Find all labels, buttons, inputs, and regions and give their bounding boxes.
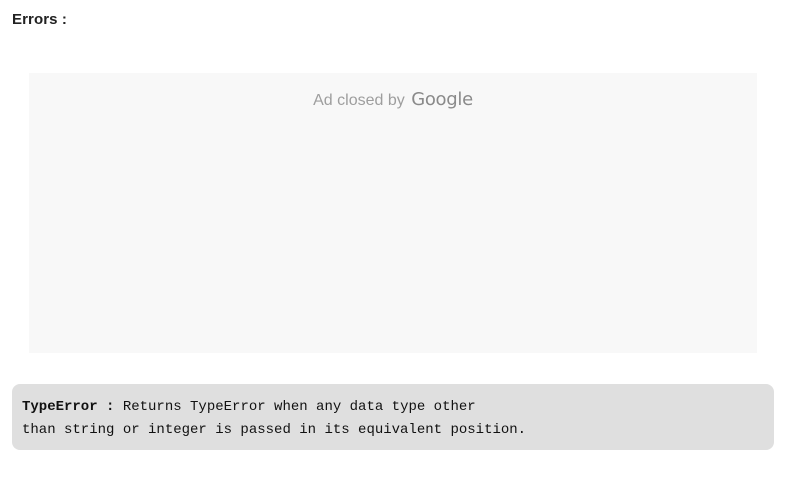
ad-closed-text: Ad closed by	[313, 92, 405, 109]
google-logo: Google	[411, 89, 473, 110]
error-line-2: than string or integer is passed in its …	[22, 422, 527, 438]
error-description-box: TypeError : Returns TypeError when any d…	[12, 384, 774, 450]
error-line-1: TypeError : Returns TypeError when any d…	[22, 396, 764, 419]
error-line-1-text: Returns TypeError when any data type oth…	[114, 399, 476, 415]
ad-closed-message: Ad closed by Google	[29, 89, 757, 110]
error-term: TypeError :	[22, 399, 115, 415]
errors-heading: Errors :	[12, 11, 67, 28]
ad-placeholder: Ad closed by Google	[29, 73, 757, 353]
